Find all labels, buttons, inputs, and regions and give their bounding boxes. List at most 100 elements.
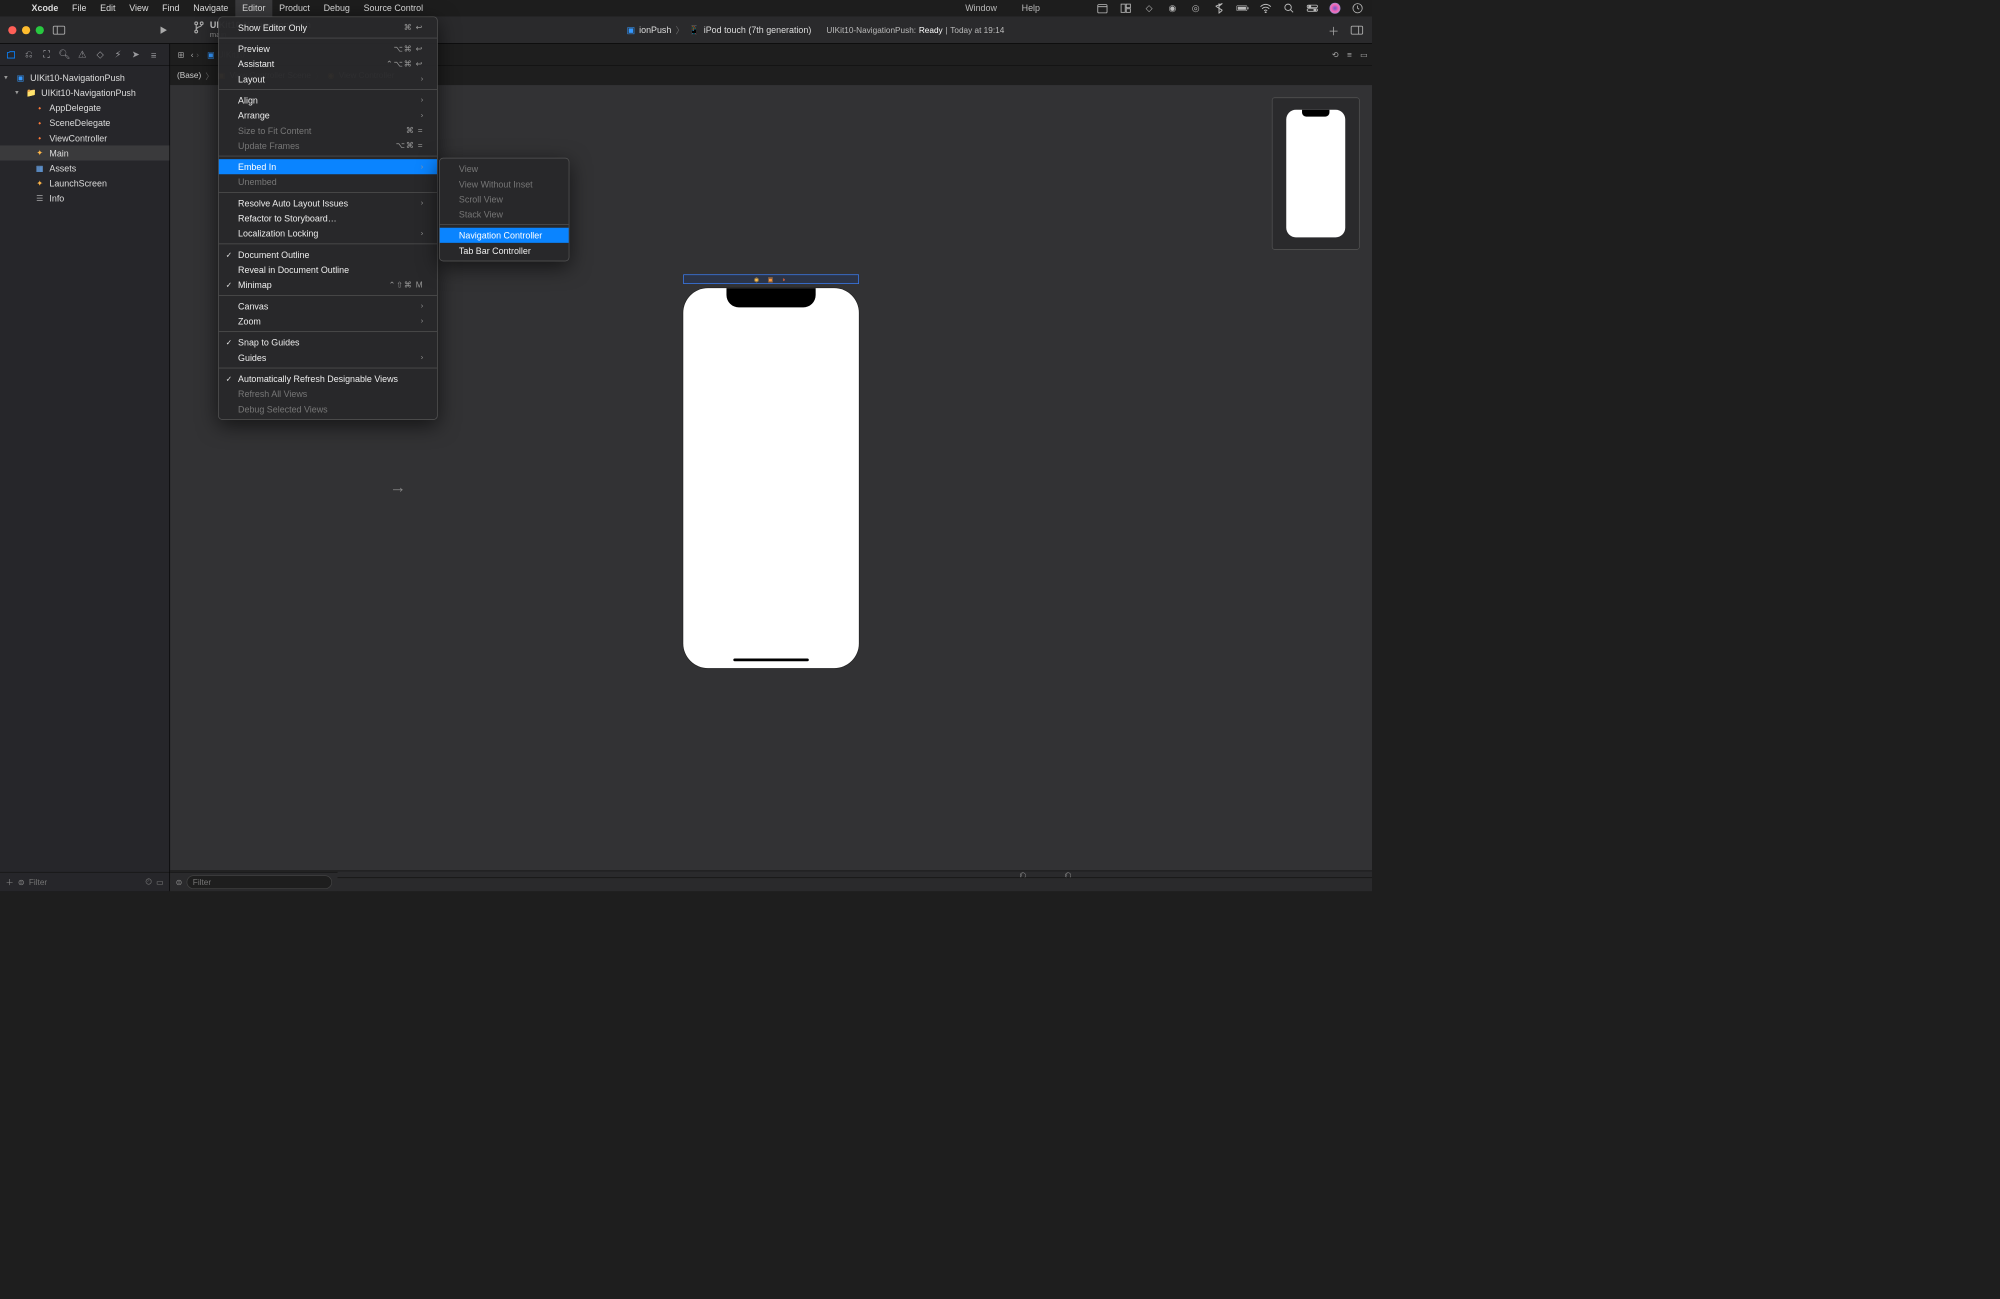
wifi-icon[interactable] (1259, 2, 1271, 14)
scene-dock[interactable]: ◉ ▣ ◑ (683, 274, 859, 284)
branch-icon (192, 20, 206, 34)
fullscreen-button[interactable] (36, 26, 44, 34)
bluetooth-icon[interactable] (1213, 2, 1225, 14)
outline-filter-input[interactable] (187, 875, 332, 889)
menu-item[interactable]: Refactor to Storyboard… (219, 211, 437, 226)
symbol-navigator-icon[interactable]: ⛶ (41, 49, 52, 60)
menu-item[interactable]: ✓Minimap⌃⇧⌘ M (219, 277, 437, 292)
project-root[interactable]: ▾▣UIKit10-NavigationPush (0, 70, 169, 85)
calendar-icon[interactable] (1096, 2, 1108, 14)
submenu-item[interactable]: Navigation Controller (440, 228, 569, 243)
home-indicator (733, 658, 808, 661)
menu-editor[interactable]: Editor (235, 0, 272, 16)
menu-debug[interactable]: Debug (317, 0, 357, 16)
menu-item[interactable]: Align› (219, 93, 437, 108)
menu-product[interactable]: Product (272, 0, 316, 16)
menu-edit[interactable]: Edit (93, 0, 122, 16)
menu-item[interactable]: Assistant⌃⌥⌘ ↩︎ (219, 56, 437, 71)
file-row[interactable]: ☰Info (0, 191, 169, 206)
editor-menu: Show Editor Only⌘ ↩︎ Preview⌥⌘ ↩︎Assistan… (218, 16, 438, 419)
menu-item[interactable]: Reveal in Document Outline (219, 262, 437, 277)
menu-item[interactable]: ✓Document Outline (219, 247, 437, 262)
report-navigator-icon[interactable]: ≡ (148, 49, 159, 60)
scm-filter-icon[interactable]: ▭ (156, 877, 164, 887)
menu-item[interactable]: Layout› (219, 71, 437, 86)
filter-scope-icon[interactable]: ⊜ (18, 877, 25, 887)
breakpoint-navigator-icon[interactable]: ➤ (130, 49, 141, 60)
minimize-button[interactable] (22, 26, 30, 34)
menubar-app[interactable]: Xcode (25, 0, 65, 16)
submenu-item[interactable]: Tab Bar Controller (440, 243, 569, 258)
control-center-icon[interactable] (1306, 2, 1318, 14)
menu-navigate[interactable]: Navigate (186, 0, 235, 16)
scheme-selector[interactable]: ▣ionPush 〉 📱 iPod touch (7th generation) (627, 23, 812, 36)
menu-item[interactable]: Guides› (219, 350, 437, 365)
diamond-icon[interactable]: ◇ (1143, 2, 1155, 14)
view-controller-icon[interactable]: ◉ (754, 275, 761, 282)
sidebar-left-icon[interactable] (52, 23, 66, 37)
clock-icon[interactable] (1351, 2, 1363, 14)
split-editor-icon[interactable]: ▭ (1360, 50, 1368, 60)
debug-navigator-icon[interactable]: ⚡︎ (113, 49, 124, 60)
library-button[interactable]: ＋ (1327, 23, 1341, 37)
doc-outline-icon[interactable]: ⊞ (174, 48, 188, 62)
device-preview[interactable]: ◉ ▣ ◑ (683, 288, 859, 668)
navigator-filter-input[interactable] (29, 877, 142, 887)
siri-icon[interactable] (1329, 3, 1340, 14)
minimap[interactable] (1272, 97, 1360, 249)
menu-item[interactable]: ✓Snap to Guides (219, 335, 437, 350)
file-row[interactable]: ⬩ViewController (0, 130, 169, 145)
adjust-editor-icon[interactable]: ≡ (1347, 50, 1352, 60)
refresh-icon[interactable]: ⟲ (1332, 50, 1339, 60)
file-row[interactable]: ✦LaunchScreen (0, 176, 169, 191)
menu-file[interactable]: File (65, 0, 93, 16)
sidebar-right-icon[interactable] (1350, 23, 1364, 37)
menu-find[interactable]: Find (155, 0, 186, 16)
file-row[interactable]: ⬩AppDelegate (0, 100, 169, 115)
file-row[interactable]: ▦Assets (0, 161, 169, 176)
menu-help[interactable]: Help (1015, 0, 1047, 16)
rectangles-icon[interactable] (1120, 2, 1132, 14)
window-toolbar: UIKit10-NavigationPush main ▣ionPush 〉 📱… (0, 16, 1372, 43)
issue-navigator-icon[interactable]: ⚠︎ (77, 49, 88, 60)
search-icon[interactable] (1283, 2, 1295, 14)
menu-item[interactable]: Preview⌥⌘ ↩︎ (219, 41, 437, 56)
find-navigator-icon[interactable]: 🔍︎ (59, 49, 70, 60)
debug-bar: ▭ (170, 877, 1372, 891)
close-button[interactable] (8, 26, 16, 34)
first-responder-icon[interactable]: ▣ (768, 275, 775, 282)
project-tree: ▾▣UIKit10-NavigationPush ▾📁UIKit10-Navig… (0, 66, 169, 872)
menu-item[interactable]: Embed In› (219, 159, 437, 174)
menu-item[interactable]: Arrange› (219, 108, 437, 123)
menu-view[interactable]: View (122, 0, 155, 16)
crumb[interactable]: (Base) (177, 71, 201, 81)
filter-icon[interactable]: ⊜ (176, 877, 183, 887)
forward-button[interactable]: › (196, 50, 199, 60)
menu-item[interactable]: Show Editor Only⌘ ↩︎ (219, 20, 437, 35)
menu-item[interactable]: Zoom› (219, 314, 437, 329)
menu-window[interactable]: Window (958, 0, 1003, 16)
window-controls (8, 26, 44, 34)
exit-icon[interactable]: ◑ (781, 275, 788, 282)
file-row[interactable]: ⬩SceneDelegate (0, 115, 169, 130)
project-navigator-icon[interactable] (5, 49, 16, 60)
menu-source-control[interactable]: Source Control (357, 0, 430, 16)
record-icon[interactable]: ◉ (1166, 2, 1178, 14)
recent-icon[interactable]: 🕘︎ (146, 877, 153, 887)
back-button[interactable]: ‹ (191, 50, 194, 60)
battery-icon[interactable] (1236, 2, 1248, 14)
test-navigator-icon[interactable]: ◇ (95, 49, 106, 60)
airdrop-icon[interactable]: ◎ (1190, 2, 1202, 14)
run-button[interactable] (156, 23, 170, 37)
submenu-item: View Without Inset (440, 176, 569, 191)
target-device[interactable]: iPod touch (7th generation) (704, 25, 812, 35)
menu-item[interactable]: Resolve Auto Layout Issues› (219, 196, 437, 211)
menu-item[interactable]: Canvas› (219, 298, 437, 313)
menu-item[interactable]: ✓Automatically Refresh Designable Views (219, 371, 437, 386)
project-folder[interactable]: ▾📁UIKit10-NavigationPush (0, 85, 169, 100)
add-icon[interactable]: ＋ (5, 876, 13, 888)
menu-item[interactable]: Localization Locking› (219, 226, 437, 241)
source-control-navigator-icon[interactable]: ⎌ (23, 49, 34, 60)
file-row-selected[interactable]: ✦Main (0, 145, 169, 160)
menu-item: Size to Fit Content⌘ = (219, 123, 437, 138)
